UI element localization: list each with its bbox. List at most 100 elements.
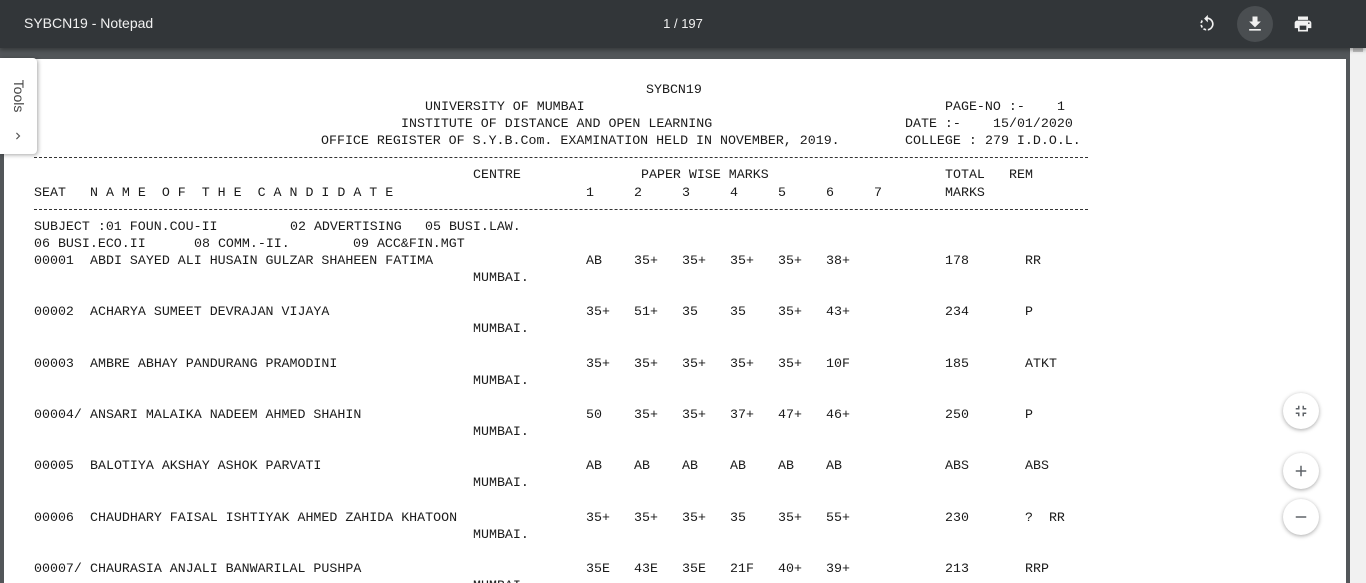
page-no-value: 1 bbox=[1057, 99, 1065, 114]
date-label: DATE :- bbox=[905, 116, 961, 131]
subject-3: 05 BUSI.LAW. bbox=[425, 219, 521, 234]
paper-mark: 35+ bbox=[634, 356, 658, 371]
centre-name: MUMBAI. bbox=[473, 373, 529, 388]
paper-mark: 35+ bbox=[730, 356, 754, 371]
seat-number: 00004/ bbox=[34, 407, 82, 422]
paper-mark: 35+ bbox=[682, 356, 706, 371]
paper-mark: 35 bbox=[682, 304, 698, 319]
plus-icon bbox=[1295, 465, 1307, 477]
register-title: OFFICE REGISTER OF S.Y.B.Com. EXAMINATIO… bbox=[321, 133, 840, 148]
subject-6: 09 ACC&FIN.MGT bbox=[353, 236, 465, 251]
total-marks: 213 bbox=[945, 561, 969, 576]
seat-number: 00003 bbox=[34, 356, 74, 371]
minus-icon bbox=[1295, 516, 1307, 518]
paper-mark: 38+ bbox=[826, 253, 850, 268]
paper-mark: 35 bbox=[730, 510, 746, 525]
column-seat: SEAT bbox=[34, 185, 66, 200]
remark: ATKT bbox=[1025, 356, 1057, 371]
paper-mark: 10F bbox=[826, 356, 850, 371]
separator-line bbox=[34, 157, 1088, 158]
chevron-right-icon[interactable] bbox=[11, 129, 25, 148]
column-paper-wise-marks: PAPER WISE MARKS bbox=[641, 167, 769, 182]
paper-mark: 35+ bbox=[586, 510, 610, 525]
centre-name: MUMBAI. bbox=[473, 270, 529, 285]
paper-mark: 35+ bbox=[634, 407, 658, 422]
paper-mark: 43+ bbox=[826, 304, 850, 319]
paper-mark: 35+ bbox=[730, 253, 754, 268]
paper-mark: 39+ bbox=[826, 561, 850, 576]
page-content: SYBCN19 UNIVERSITY OF MUMBAI PAGE-NO :- … bbox=[4, 59, 1346, 583]
paper-mark: AB bbox=[826, 458, 842, 473]
subject-5: 08 COMM.-II. bbox=[194, 236, 290, 251]
institute-name: INSTITUTE OF DISTANCE AND OPEN LEARNING bbox=[401, 116, 713, 131]
paper-mark: 35+ bbox=[682, 407, 706, 422]
page-current[interactable]: 1 bbox=[663, 16, 670, 31]
fit-to-page-icon bbox=[1295, 405, 1307, 417]
seat-number: 00006 bbox=[34, 510, 74, 525]
page-total: 197 bbox=[681, 16, 703, 31]
seat-number: 00002 bbox=[34, 304, 74, 319]
total-marks: 234 bbox=[945, 304, 969, 319]
page-no-label: PAGE-NO :- bbox=[945, 99, 1025, 114]
paper-mark: 35+ bbox=[778, 510, 802, 525]
separator-line bbox=[34, 209, 1088, 210]
zoom-in-button[interactable] bbox=[1283, 453, 1319, 489]
centre-name: MUMBAI. bbox=[473, 577, 529, 583]
paper-mark: 43E bbox=[634, 561, 658, 576]
column-total-marks: MARKS bbox=[945, 185, 985, 200]
paper-mark: 35 bbox=[730, 304, 746, 319]
zoom-out-button[interactable] bbox=[1283, 499, 1319, 535]
date-value: 15/01/2020 bbox=[993, 116, 1073, 131]
paper-mark: 40+ bbox=[778, 561, 802, 576]
scrollbar-thumb[interactable] bbox=[1353, 48, 1363, 52]
paper-mark: 35+ bbox=[634, 253, 658, 268]
column-rem: REM bbox=[1009, 167, 1033, 182]
paper-mark: 35+ bbox=[682, 510, 706, 525]
paper-mark: 35+ bbox=[682, 253, 706, 268]
paper-mark: 35E bbox=[586, 561, 610, 576]
paper-mark: AB bbox=[586, 458, 602, 473]
column-paper-2: 2 bbox=[634, 185, 642, 200]
total-marks: 185 bbox=[945, 356, 969, 371]
print-button[interactable] bbox=[1285, 6, 1321, 42]
candidate-name: BALOTIYA AKSHAY ASHOK PARVATI bbox=[90, 458, 322, 473]
remark: RRP bbox=[1025, 561, 1049, 576]
candidate-name: CHAUDHARY FAISAL ISHTIYAK AHMED ZAHIDA K… bbox=[90, 510, 458, 525]
candidate-name: AMBRE ABHAY PANDURANG PRAMODINI bbox=[90, 356, 338, 371]
fit-page-button[interactable] bbox=[1283, 393, 1319, 429]
column-candidate-name: N A M E O F T H E C A N D I D A T E bbox=[90, 185, 394, 200]
subject-4: 06 BUSI.ECO.II bbox=[34, 236, 146, 251]
vertical-scrollbar[interactable] bbox=[1350, 48, 1366, 583]
print-icon bbox=[1294, 16, 1312, 32]
university-name: UNIVERSITY OF MUMBAI bbox=[425, 99, 585, 114]
candidate-name: ABDI SAYED ALI HUSAIN GULZAR SHAHEEN FAT… bbox=[90, 253, 434, 268]
remark: P bbox=[1025, 304, 1033, 319]
rotate-button[interactable] bbox=[1189, 6, 1225, 42]
page-separator: / bbox=[673, 16, 682, 31]
paper-mark: 35+ bbox=[586, 304, 610, 319]
paper-mark: 37+ bbox=[730, 407, 754, 422]
column-paper-1: 1 bbox=[586, 185, 594, 200]
download-button[interactable] bbox=[1237, 6, 1273, 42]
download-icon bbox=[1249, 16, 1261, 31]
centre-name: MUMBAI. bbox=[473, 475, 529, 490]
total-marks: 178 bbox=[945, 253, 969, 268]
paper-mark: 35+ bbox=[778, 253, 802, 268]
centre-name: MUMBAI. bbox=[473, 321, 529, 336]
document-page: SYBCN19 UNIVERSITY OF MUMBAI PAGE-NO :- … bbox=[4, 59, 1346, 583]
seat-number: 00005 bbox=[34, 458, 74, 473]
candidate-name: CHAURASIA ANJALI BANWARILAL PUSHPA bbox=[90, 561, 362, 576]
paper-mark: 55+ bbox=[826, 510, 850, 525]
paper-mark: 21F bbox=[730, 561, 754, 576]
college-label: COLLEGE : bbox=[905, 133, 977, 148]
page-indicator: 1 / 197 bbox=[0, 16, 1366, 31]
column-total: TOTAL bbox=[945, 167, 985, 182]
remark: P bbox=[1025, 407, 1033, 422]
rotate-icon bbox=[1200, 14, 1214, 31]
paper-mark: 51+ bbox=[634, 304, 658, 319]
college-value: 279 I.D.O.L. bbox=[985, 133, 1081, 148]
column-paper-4: 4 bbox=[730, 185, 738, 200]
subject-2: 02 ADVERTISING bbox=[290, 219, 402, 234]
candidate-name: ANSARI MALAIKA NADEEM AHMED SHAHIN bbox=[90, 407, 362, 422]
paper-mark: 35+ bbox=[778, 304, 802, 319]
